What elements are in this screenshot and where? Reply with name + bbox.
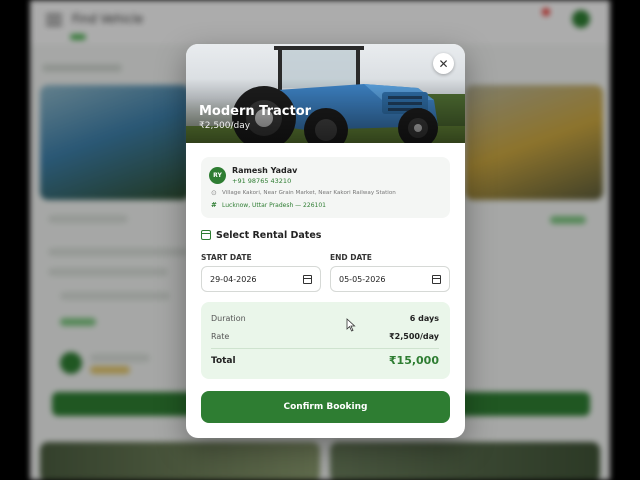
total-label: Total [211,355,236,366]
owner-avatar: RY [209,167,226,184]
total-row: Total ₹15,000 [211,354,439,367]
owner-location: Lucknow, Uttar Pradesh — 226101 [222,202,326,209]
end-date-label: END DATE [330,253,372,262]
total-value: ₹15,000 [388,354,439,367]
duration-row: Duration 6 days [211,314,439,323]
start-date-label: START DATE [201,253,252,262]
vehicle-hero-image: Modern Tractor ₹2,500/day ✕ [186,44,465,143]
start-date-input[interactable]: 29-04-2026 [201,266,321,292]
owner-name: Ramesh Yadav [232,166,298,175]
mouse-cursor-icon [346,318,356,332]
rate-value: ₹2,500/day [389,332,439,341]
end-date-value: 05-05-2026 [339,275,386,284]
owner-card: RY Ramesh Yadav +91 98765 43210 ⊙ Villag… [201,157,450,218]
hash-icon: # [211,201,217,209]
owner-phone[interactable]: +91 98765 43210 [232,177,291,185]
duration-value: 6 days [409,314,439,323]
owner-address: Village Kakori, Near Grain Market, Near … [222,190,396,196]
booking-summary: Duration 6 days Rate ₹2,500/day Total ₹1… [201,302,450,379]
close-button[interactable]: ✕ [433,53,454,74]
close-icon: ✕ [438,56,449,71]
start-date-value: 29-04-2026 [210,275,257,284]
vehicle-price: ₹2,500/day [199,121,251,131]
duration-label: Duration [211,314,246,323]
confirm-booking-button[interactable]: Confirm Booking [201,391,450,423]
summary-divider [211,348,439,349]
rate-label: Rate [211,332,230,341]
calendar-icon [201,230,211,240]
calendar-picker-icon[interactable] [303,275,312,284]
rate-row: Rate ₹2,500/day [211,332,439,341]
location-pin-icon: ⊙ [211,189,217,197]
booking-modal: Modern Tractor ₹2,500/day ✕ RY Ramesh Ya… [186,44,465,438]
calendar-picker-icon[interactable] [432,275,441,284]
end-date-input[interactable]: 05-05-2026 [330,266,450,292]
rental-dates-title: Select Rental Dates [216,230,322,241]
vehicle-name: Modern Tractor [199,104,312,119]
